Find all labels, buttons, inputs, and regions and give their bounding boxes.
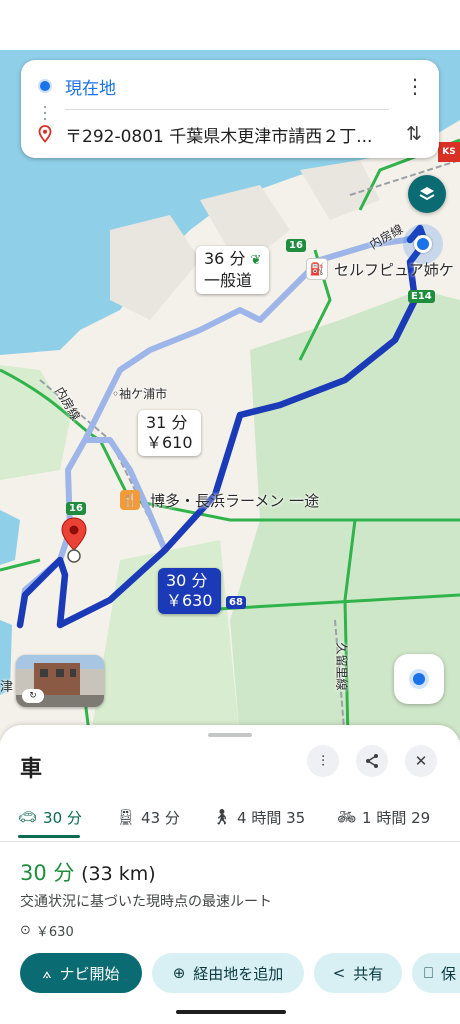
train-icon: 🚆︎: [116, 808, 136, 826]
route-label-time: 30 分: [166, 571, 208, 590]
road-shield-e14: E14: [408, 290, 435, 303]
share-button[interactable]: [356, 745, 388, 777]
close-button[interactable]: ✕: [405, 745, 437, 777]
route-label-toll: ￥610: [146, 433, 193, 452]
origin-row[interactable]: 現在地 ⋮: [21, 64, 439, 108]
tab-walking[interactable]: 🚶︎ 4 時間 35: [212, 797, 305, 837]
travel-mode-tabs: 🚗︎ 30 分 🚆︎ 43 分 🚶︎ 4 時間 35 🚲︎ 1 時間 29: [0, 797, 460, 841]
route-description: 交通状況に基づいた現時点の最速ルート: [20, 894, 272, 910]
add-stop-button[interactable]: ⊕ 経由地を追加: [152, 953, 304, 993]
active-tab-indicator: [18, 835, 80, 838]
route-label-time: 31 分: [146, 413, 188, 432]
origin-field[interactable]: 現在地: [65, 74, 116, 99]
poi-city-label: ◦袖ケ浦市: [112, 385, 167, 402]
current-location-dot: [414, 235, 432, 253]
route-label-alt-toll[interactable]: 31 分 ￥610: [138, 410, 201, 456]
route-label-time: 36 分: [204, 249, 246, 268]
close-icon: ✕: [414, 752, 428, 770]
tab-driving-label: 30 分: [43, 808, 82, 827]
home-indicator: [176, 1010, 286, 1014]
tab-transit[interactable]: 🚆︎ 43 分: [116, 797, 180, 837]
add-stop-icon: ⊕: [172, 964, 186, 982]
toll-amount: ￥630: [35, 925, 74, 940]
bike-icon: 🚲︎: [337, 808, 357, 826]
share-route-button[interactable]: < 共有: [314, 953, 402, 993]
leaf-icon: ❦: [250, 253, 262, 268]
route-label-type: 一般道: [204, 271, 253, 290]
map-edge-label: 津: [0, 680, 14, 695]
road-shield-68: 68: [226, 596, 246, 609]
save-icon: ⎕: [424, 964, 434, 982]
origin-dot-icon: [40, 81, 50, 91]
restaurant-icon[interactable]: 🍴: [120, 490, 140, 510]
road-shield-16: 16: [286, 239, 306, 252]
share-icon: [366, 754, 378, 768]
car-icon: 🚗︎: [18, 808, 38, 826]
layers-button[interactable]: [408, 175, 446, 213]
walk-icon: 🚶︎: [212, 808, 232, 826]
travel-mode-title: 車: [20, 757, 43, 782]
tab-walking-label: 4 時間 35: [237, 808, 306, 827]
gas-station-icon[interactable]: ⛽: [306, 258, 328, 280]
sheet-drag-handle[interactable]: [208, 733, 252, 737]
rail-label-kururi: 久留里線: [334, 642, 349, 691]
toll-icon: ⊙: [20, 923, 31, 938]
destination-row[interactable]: 〒292-0801 千葉県木更津市請西２丁... ⇅: [21, 112, 439, 156]
road-shield-16-south: 16: [66, 502, 86, 515]
swap-vertical-icon[interactable]: ⇅: [401, 119, 427, 149]
tab-cycling-label: 1 時間 29: [362, 808, 431, 827]
city-name: 袖ケ浦市: [119, 387, 168, 401]
poi-restaurant[interactable]: 博多・長浜ラーメン 一途: [150, 490, 319, 511]
destination-pin-outline-icon: [38, 125, 52, 143]
save-route-label: 保: [441, 964, 457, 983]
street-view-thumbnail[interactable]: ↻: [16, 655, 104, 707]
more-vert-icon[interactable]: ⋮: [405, 71, 425, 101]
tab-transit-label: 43 分: [141, 808, 180, 827]
my-location-icon: [413, 673, 425, 685]
ks-badge[interactable]: KS: [438, 142, 460, 162]
route-summary[interactable]: 30 分 (33 km): [20, 857, 156, 887]
start-navigation-label: ナビ開始: [59, 964, 120, 983]
add-stop-label: 経由地を追加: [193, 964, 284, 983]
tab-driving[interactable]: 🚗︎ 30 分: [18, 797, 82, 837]
tab-cycling[interactable]: 🚲︎ 1 時間 29: [337, 797, 430, 837]
directions-bottom-sheet: 車 ⫶ ✕ 🚗︎ 30 分 🚆︎ 43 分 🚶︎ 4 時間 35 🚲︎ 1 時間…: [0, 725, 460, 1024]
route-label-general-road[interactable]: 36 分 ❦ 一般道: [196, 246, 270, 294]
route-distance: (33 km): [81, 863, 156, 885]
tune-icon: ⫶: [321, 752, 325, 770]
route-duration: 30 分: [20, 861, 75, 885]
destination-pin-icon[interactable]: [60, 516, 88, 564]
start-navigation-button[interactable]: ⟑ ナビ開始: [20, 953, 142, 993]
save-route-button[interactable]: ⎕ 保: [412, 953, 460, 993]
my-location-button[interactable]: [394, 654, 444, 704]
status-bar: [0, 0, 460, 50]
navigation-icon: ⟑: [42, 964, 52, 982]
fields-divider: [65, 109, 389, 110]
share-route-label: 共有: [353, 964, 384, 983]
destination-field[interactable]: 〒292-0801 千葉県木更津市請西２丁...: [65, 122, 395, 147]
layers-icon: [419, 187, 435, 201]
directions-search-card: 現在地 ⋮ 〒292-0801 千葉県木更津市請西２丁... ⇅: [21, 60, 439, 158]
route-label-selected[interactable]: 30 分 ￥630: [158, 568, 221, 614]
tune-button[interactable]: ⫶: [307, 745, 339, 777]
share-icon: <: [332, 964, 346, 982]
poi-gas-station[interactable]: セルフピュア姉ケ: [334, 259, 454, 280]
street-view-icon: ↻: [22, 689, 44, 703]
tabs-divider: [0, 841, 460, 842]
route-label-toll: ￥630: [166, 591, 213, 610]
toll-info: ⊙ ￥630: [20, 921, 74, 940]
